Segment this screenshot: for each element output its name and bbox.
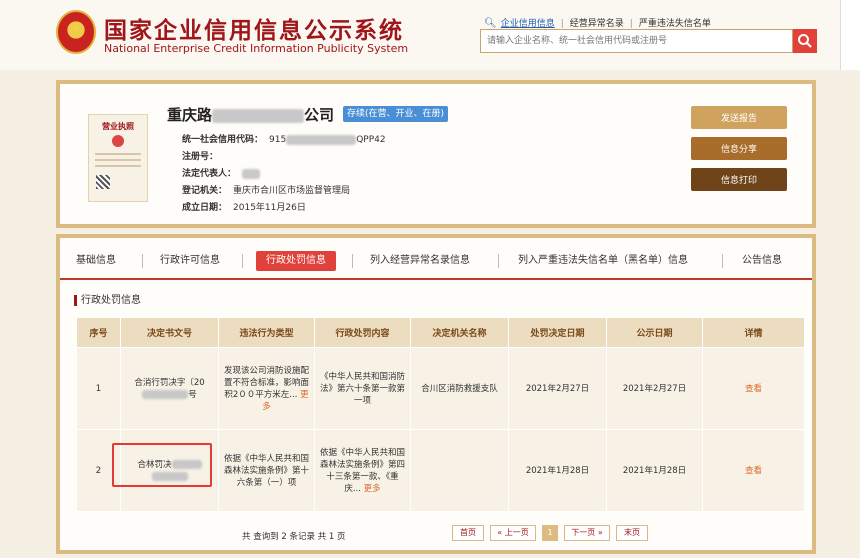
- redacted-text: [242, 168, 261, 179]
- site-header: ★ 国家企业信用信息公示系统 National Enterprise Credi…: [0, 0, 860, 70]
- col-header-violation: 违法行为类型: [218, 317, 315, 348]
- col-header-doc-no: 决定书文号: [120, 317, 219, 348]
- search-input[interactable]: [481, 30, 792, 52]
- tab-basic-info[interactable]: 基础信息: [76, 251, 116, 271]
- nav-credit-info[interactable]: 企业信用信息: [501, 19, 555, 29]
- col-header-publish-date: 公示日期: [606, 317, 703, 348]
- credit-code-row: 统一社会信用代码： 915 QPP42: [182, 134, 386, 145]
- founded-date-row: 成立日期： 2015年11月26日: [182, 203, 306, 213]
- authority-cell: 合川区消防救援支队: [410, 347, 509, 430]
- publish-date-cell: 2021年2月27日: [606, 347, 703, 430]
- col-header-decision-date: 处罚决定日期: [508, 317, 607, 348]
- content-cell: 《中华人民共和国消防法》第六十条第一款第一项: [314, 347, 411, 430]
- records-panel: 基础信息 行政许可信息 行政处罚信息 列入经营异常名录信息 列入严重违法失信名单…: [56, 234, 816, 554]
- doc-no-cell: 合消行罚决字〔20 号: [120, 347, 219, 430]
- print-info-button[interactable]: 信息打印: [691, 168, 787, 191]
- pagination-summary: 共 查询到 2 条记录 共 1 页: [242, 532, 346, 542]
- company-panel: 营业执照 重庆路 公司 存续(在营、开业、在册) 统一社会信用代码： 915 QPP4…: [56, 80, 816, 228]
- table-header-row: 序号 决定书文号 违法行为类型 行政处罚内容 决定机关名称 处罚决定日期 公示日…: [76, 317, 805, 348]
- magnifier-icon: [798, 34, 812, 48]
- tab-blacklist[interactable]: 列入严重违法失信名单（黑名单）信息: [518, 251, 688, 271]
- tab-announcements[interactable]: 公告信息: [742, 251, 782, 271]
- more-link[interactable]: 更多: [364, 484, 381, 494]
- window-edge: [840, 0, 860, 70]
- search-box: [480, 29, 793, 53]
- national-emblem-icon: ★: [56, 10, 96, 54]
- redacted-text: [142, 389, 189, 399]
- qr-code-icon: [96, 175, 110, 189]
- redacted-text: [212, 108, 305, 123]
- table-row: 1 合消行罚决字〔20 号 发现该公司消防设施配置不符合标准，影响面积2００平方米…: [76, 347, 805, 430]
- decision-date-cell: 2021年2月27日: [508, 347, 607, 430]
- col-header-detail: 详情: [702, 317, 805, 348]
- send-report-button[interactable]: 发送报告: [691, 106, 787, 129]
- violation-cell: 依据《中华人民共和国森林法实施条例》第十六条第（一）项: [218, 429, 315, 512]
- col-header-authority: 决定机关名称: [410, 317, 509, 348]
- decision-date-cell: 2021年1月28日: [508, 429, 607, 512]
- section-title: 行政处罚信息: [74, 295, 141, 306]
- nav-abnormal-list[interactable]: 经营异常名录: [570, 19, 624, 29]
- first-page-button[interactable]: 首页: [452, 525, 484, 541]
- violation-cell: 发现该公司消防设施配置不符合标准，影响面积2００平方米左... 更多: [218, 347, 315, 430]
- last-page-button[interactable]: 末页: [616, 525, 648, 541]
- reg-no-row: 注册号：: [182, 152, 219, 162]
- content-cell: 依据《中华人民共和国森林法实施条例》第四十三条第一款、《重庆... 更多: [314, 429, 411, 512]
- site-subtitle: National Enterprise Credit Information P…: [104, 42, 409, 55]
- nav-blacklist[interactable]: 严重违法失信名单: [639, 19, 711, 29]
- view-detail-link[interactable]: 查看: [745, 384, 762, 394]
- col-header-no: 序号: [76, 317, 121, 348]
- share-info-button[interactable]: 信息分享: [691, 137, 787, 160]
- tab-penalty-info[interactable]: 行政处罚信息: [256, 251, 336, 271]
- authority-row: 登记机关： 重庆市合川区市场监督管理局: [182, 186, 351, 196]
- tab-license-info[interactable]: 行政许可信息: [160, 251, 220, 271]
- license-label: 营业执照: [102, 122, 134, 131]
- publish-date-cell: 2021年1月28日: [606, 429, 703, 512]
- prev-page-button[interactable]: « 上一页: [490, 525, 536, 541]
- company-name: 重庆路 公司: [167, 106, 335, 124]
- license-emblem-icon: [112, 135, 124, 147]
- tab-abnormal-list[interactable]: 列入经营异常名录信息: [370, 251, 470, 271]
- col-header-content: 行政处罚内容: [314, 317, 411, 348]
- highlight-box: [112, 443, 212, 487]
- top-nav: 🔍︎ 企业信用信息 | 经营异常名录 | 严重违法失信名单: [484, 18, 711, 29]
- site-title: 国家企业信用信息公示系统: [104, 17, 404, 44]
- legal-rep-row: 法定代表人：: [182, 166, 261, 179]
- redacted-text: [286, 134, 357, 145]
- authority-cell: [410, 429, 509, 512]
- business-license-image[interactable]: 营业执照: [88, 114, 148, 202]
- view-detail-link[interactable]: 查看: [745, 466, 762, 476]
- status-badge: 存续(在营、开业、在册): [343, 106, 449, 122]
- search-icon: 🔍︎: [484, 18, 497, 29]
- next-page-button[interactable]: 下一页 »: [564, 525, 610, 541]
- tab-bar: 基础信息 行政许可信息 行政处罚信息 列入经营异常名录信息 列入严重违法失信名单…: [60, 238, 812, 280]
- current-page-button[interactable]: 1: [542, 525, 558, 541]
- search-button[interactable]: [793, 29, 817, 53]
